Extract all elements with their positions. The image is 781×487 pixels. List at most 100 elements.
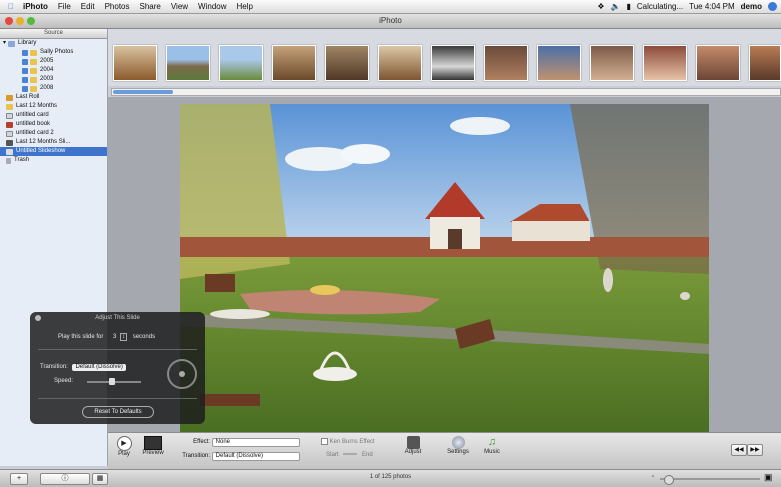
source-item-library[interactable]: ▾ Library [0,39,107,48]
menu-edit[interactable]: Edit [76,2,100,11]
seconds-stepper[interactable]: 3 [113,334,116,340]
user-menu[interactable]: demo [741,2,762,11]
source-item-label: 2008 [40,85,54,91]
source-item-2008[interactable]: 2008 [0,84,107,93]
source-list-header: Source [0,29,107,39]
source-item-trash[interactable]: Trash [0,156,107,165]
clock[interactable]: Tue 4:04 PM [689,2,735,11]
start-label[interactable]: Start [326,452,339,458]
direction-wheel-center [179,371,185,377]
zoom-large-icon: ▣ [764,472,773,482]
next-slide-button[interactable]: ▶▶ [747,444,763,456]
effect-popup[interactable]: None [211,438,300,447]
source-item-2005[interactable]: 2005 [0,57,107,66]
apple-menu-icon[interactable]:  [4,2,18,11]
menu-window[interactable]: Window [193,2,231,11]
slide-thumbnail[interactable] [590,45,634,81]
source-item-untitled-card-2[interactable]: untitled card 2 [0,129,107,138]
source-item-untitled-book[interactable]: untitled book [0,120,107,129]
folder-icon [30,58,37,65]
slide-thumbnail[interactable] [537,45,581,81]
battery-icon[interactable]: ▮ [626,2,630,11]
source-item-label: untitled card [16,112,49,118]
slide-thumbnail[interactable] [166,45,210,81]
slide-thumbnail[interactable] [325,45,369,81]
settings-icon [451,436,465,449]
source-item-last-12-months[interactable]: Last 12 Months [0,102,107,111]
slide-thumbnail[interactable] [113,45,157,81]
slide-thumbnail[interactable] [643,45,687,81]
slideshow-icon [6,148,13,155]
checkbox-icon[interactable] [22,67,28,74]
toolbar-transition-popup[interactable]: Default (Dissolve) [211,452,300,461]
filmstrip-scroll-knob[interactable] [113,90,173,94]
card-icon [6,130,13,137]
transition-popup[interactable]: Default (Dissolve) [72,364,126,371]
source-item-untitled-slideshow[interactable]: Untitled Slideshow [0,147,107,156]
ken-burns-checkbox[interactable]: Ken Burns Effect [321,438,375,445]
adjust-slide-hud: Adjust This Slide Play this slide for 3 … [30,312,205,424]
slide-thumbnail[interactable] [219,45,263,81]
source-item-label: Sally Photos [40,49,74,55]
volume-icon[interactable]: 🔈 [611,2,621,11]
source-item-2004[interactable]: 2004 [0,66,107,75]
menu-file[interactable]: File [53,2,76,11]
source-item-last-roll[interactable]: Last Roll [0,93,107,102]
checkbox-icon[interactable] [22,49,28,56]
menu-photos[interactable]: Photos [100,2,135,11]
source-item-2003[interactable]: 2003 [0,75,107,84]
slide-thumbnail[interactable] [431,45,475,81]
folder-icon [30,76,37,83]
folder-icon [30,49,37,56]
checkbox-icon[interactable] [22,58,28,65]
filmstrip-scrollbar[interactable] [111,88,781,96]
source-item-sally-photos[interactable]: Sally Photos [0,48,107,57]
speed-slider-knob[interactable] [109,378,115,385]
previous-slide-button[interactable]: ◀◀ [731,444,747,456]
slide-thumbnail[interactable] [272,45,316,81]
checkbox-icon[interactable] [22,76,28,83]
zoom-slider[interactable] [660,475,760,485]
garden-photo-image [180,104,709,432]
fast-forward-icon: ▶▶ [750,447,760,453]
disclosure-triangle-icon[interactable]: ▾ [3,39,6,48]
menu-help[interactable]: Help [232,2,258,11]
source-item-label: untitled card 2 [16,130,54,136]
checkbox-icon[interactable] [321,438,328,445]
book-icon [6,121,13,128]
play-icon: ▶ [116,436,132,451]
menu-view[interactable]: View [166,2,193,11]
toolbar-transition-label: Transition: [182,453,210,459]
hud-divider [38,398,197,399]
stepper-arrows-icon[interactable]: ↕ [120,333,128,341]
spotlight-icon[interactable] [768,2,777,11]
bluetooth-icon[interactable]: ❖ [597,2,604,11]
adjust-button[interactable]: Adjust [400,436,426,455]
speed-slider[interactable] [87,378,141,385]
zoom-slider-knob[interactable] [664,475,674,485]
slide-thumbnail[interactable] [696,45,740,81]
source-item-label: 2003 [40,76,54,82]
source-item-last-12-months-slideshow[interactable]: Last 12 Months Sli... [0,138,107,147]
music-button[interactable]: ♫ Music [480,436,504,455]
slideshow-toolbar: ▶ Play Preview Effect: None Transition: … [108,432,781,469]
slide-thumbnail[interactable] [378,45,422,81]
film-roll-icon [6,94,13,101]
speed-label: Speed: [54,378,74,384]
slide-thumbnail[interactable] [484,45,528,81]
reset-to-defaults-button[interactable]: Reset To Defaults [82,406,154,418]
status-text: Calculating... [636,2,684,11]
preview-button[interactable]: Preview [140,436,166,456]
direction-wheel[interactable] [167,359,197,389]
trash-icon [6,157,11,164]
settings-button[interactable]: Settings [444,436,472,455]
start-end-switch[interactable] [343,453,358,456]
menu-app[interactable]: iPhoto [18,2,53,11]
end-label[interactable]: End [362,452,373,458]
play-button[interactable]: ▶ Play [114,436,134,457]
play-duration-row: Play this slide for 3 ↕ seconds [58,333,205,341]
checkbox-icon[interactable] [22,85,28,92]
slide-thumbnail[interactable] [749,45,781,81]
menu-share[interactable]: Share [134,2,165,11]
source-item-untitled-card[interactable]: untitled card [0,111,107,120]
